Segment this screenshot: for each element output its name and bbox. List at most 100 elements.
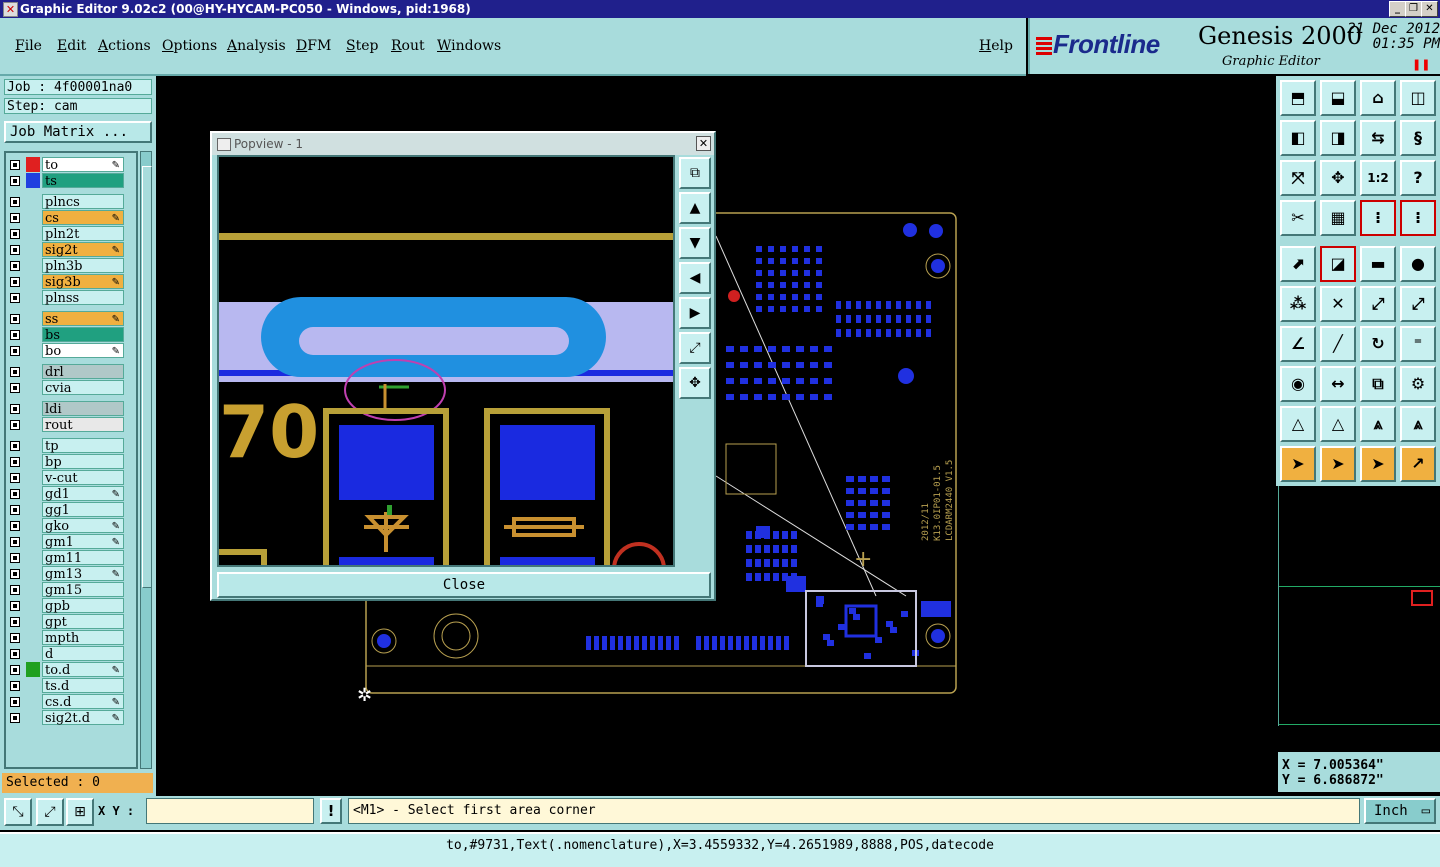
layer-name[interactable]: to.d ✎ — [42, 662, 124, 678]
layer-name[interactable]: bp — [42, 454, 124, 470]
layer-row-gm15[interactable]: gm15 — [6, 582, 136, 598]
layer-checkbox[interactable] — [10, 633, 20, 643]
layer-name[interactable]: bs — [42, 327, 124, 343]
swap-icon[interactable]: ⇆ — [1360, 120, 1396, 156]
layer-row-pln2t[interactable]: pln2t — [6, 226, 136, 242]
layer-checkbox[interactable] — [10, 245, 20, 255]
layer-name[interactable]: bo ✎ — [42, 343, 124, 359]
zoom-in-icon[interactable]: ✥ — [1320, 160, 1356, 196]
layer-checkbox[interactable] — [10, 367, 20, 377]
delete-icon[interactable]: ✕ — [1320, 286, 1356, 322]
pan-right-icon[interactable]: ◨ — [1320, 120, 1356, 156]
layer-name[interactable]: cs.d ✎ — [42, 694, 124, 710]
grid-icon[interactable]: ▦ — [1320, 200, 1356, 236]
xy-input[interactable] — [146, 798, 314, 824]
layer-name[interactable]: d — [42, 646, 124, 662]
layer-name[interactable]: gpt — [42, 614, 124, 630]
layer-checkbox[interactable] — [10, 617, 20, 627]
layer-name[interactable]: drl — [42, 364, 124, 380]
layer-name[interactable]: cvia — [42, 380, 124, 396]
layer-row-sig2t-d[interactable]: sig2t.d ✎ — [6, 710, 136, 726]
pointer-icon[interactable]: ➤ — [1280, 446, 1316, 482]
scrollbar-thumb[interactable] — [142, 166, 152, 588]
layer-row-sig2t[interactable]: sig2t ✎ — [6, 242, 136, 258]
layer-row-gm1[interactable]: gm1 ✎ — [6, 534, 136, 550]
home-icon[interactable]: ⌂ — [1360, 80, 1396, 116]
popview-pan-right-icon[interactable]: ▶ — [679, 297, 711, 329]
layer-row-gko[interactable]: gko ✎ — [6, 518, 136, 534]
warning-button[interactable]: ! — [320, 798, 342, 824]
pointer-sel-icon[interactable]: ➤ — [1360, 446, 1396, 482]
layer-name[interactable]: ss ✎ — [42, 311, 124, 327]
pad-icon[interactable]: ● — [1400, 246, 1436, 282]
popview-close-button[interactable]: Close — [217, 572, 711, 598]
layer-row-plnss[interactable]: plnss — [6, 290, 136, 306]
zoom-home-icon[interactable]: ⬒ — [1280, 80, 1316, 116]
triangle2-icon[interactable]: △ — [1320, 406, 1356, 442]
layer-name[interactable]: gm11 — [42, 550, 124, 566]
layer-name[interactable]: gm1 ✎ — [42, 534, 124, 550]
layer-row-plncs[interactable]: plncs — [6, 194, 136, 210]
layer-checkbox[interactable] — [10, 277, 20, 287]
layer-checkbox[interactable] — [10, 420, 20, 430]
layer-row-to[interactable]: to ✎ — [6, 157, 136, 173]
layer-row-gm13[interactable]: gm13 ✎ — [6, 566, 136, 582]
snap-mode-icon[interactable]: ⤡ — [4, 798, 32, 826]
layer-name[interactable]: gd1 ✎ — [42, 486, 124, 502]
help-icon[interactable]: ? — [1400, 160, 1436, 196]
overview-viewport-box[interactable] — [1411, 590, 1433, 606]
ruler-icon[interactable]: ▬ — [1360, 246, 1396, 282]
grid-snap-icon[interactable]: ⊞ — [66, 798, 94, 826]
layer-view-icon[interactable]: ⁝ — [1360, 200, 1396, 236]
minimize-button[interactable]: _ — [1389, 1, 1406, 17]
layer-name[interactable]: gg1 — [42, 502, 124, 518]
menu-edit[interactable]: Edit — [57, 38, 86, 54]
layer-checkbox[interactable] — [10, 229, 20, 239]
layer-checkbox[interactable] — [10, 261, 20, 271]
overview-pane[interactable] — [1278, 486, 1440, 726]
layer-name[interactable]: ldi — [42, 401, 124, 417]
layer-checkbox[interactable] — [10, 473, 20, 483]
popview-pan-down-icon[interactable]: ▼ — [679, 227, 711, 259]
layer-checkbox[interactable] — [10, 505, 20, 515]
layer-checkbox[interactable] — [10, 665, 20, 675]
point-icon[interactable]: ◉ — [1280, 366, 1316, 402]
popview-zoom-out-icon[interactable]: ⤢ — [679, 332, 711, 364]
layer-checkbox[interactable] — [10, 213, 20, 223]
rotate-icon[interactable]: ↻ — [1360, 326, 1396, 362]
layer-name[interactable]: sig2t.d ✎ — [42, 710, 124, 726]
layer-row-d[interactable]: d — [6, 646, 136, 662]
job-matrix-button[interactable]: Job Matrix ... — [4, 121, 152, 143]
layer-row-ts-d[interactable]: ts.d — [6, 678, 136, 694]
window-split-icon[interactable]: ◫ — [1400, 80, 1436, 116]
layer-checkbox[interactable] — [10, 553, 20, 563]
layer-name[interactable]: rout — [42, 417, 124, 433]
mirror-icon[interactable]: ⁼ — [1400, 326, 1436, 362]
arc2-icon[interactable]: ⩓ — [1400, 406, 1436, 442]
cut-icon[interactable]: ✂ — [1280, 200, 1316, 236]
stretch-icon[interactable]: ↔ — [1320, 366, 1356, 402]
layer-checkbox[interactable] — [10, 160, 20, 170]
close-window-button[interactable]: ✕ — [1421, 1, 1438, 17]
layer-checkbox[interactable] — [10, 330, 20, 340]
zoom-fit-icon[interactable]: ⬓ — [1320, 80, 1356, 116]
layer-row-gg1[interactable]: gg1 — [6, 502, 136, 518]
layer-checkbox[interactable] — [10, 346, 20, 356]
popview-canvas[interactable]: 70 — [217, 155, 675, 567]
layer-checkbox[interactable] — [10, 441, 20, 451]
slash-icon[interactable]: ╱ — [1320, 326, 1356, 362]
menu-analysis[interactable]: Analysis — [227, 38, 286, 54]
scale-icon[interactable]: 1:2 — [1360, 160, 1396, 196]
layer-row-bo[interactable]: bo ✎ — [6, 343, 136, 359]
layer-row-bp[interactable]: bp — [6, 454, 136, 470]
layer-checkbox[interactable] — [10, 404, 20, 414]
layer-row-pln3b[interactable]: pln3b — [6, 258, 136, 274]
layer-color-swatch[interactable] — [26, 157, 40, 172]
arc-icon[interactable]: ⩓ — [1360, 406, 1396, 442]
layer-checkbox[interactable] — [10, 457, 20, 467]
layer-scrollbar[interactable] — [140, 151, 152, 769]
menu-dfm[interactable]: DFM — [296, 38, 331, 54]
layer-checkbox[interactable] — [10, 293, 20, 303]
layer-row-tp[interactable]: tp — [6, 438, 136, 454]
maximize-button[interactable]: ❐ — [1405, 1, 1422, 17]
